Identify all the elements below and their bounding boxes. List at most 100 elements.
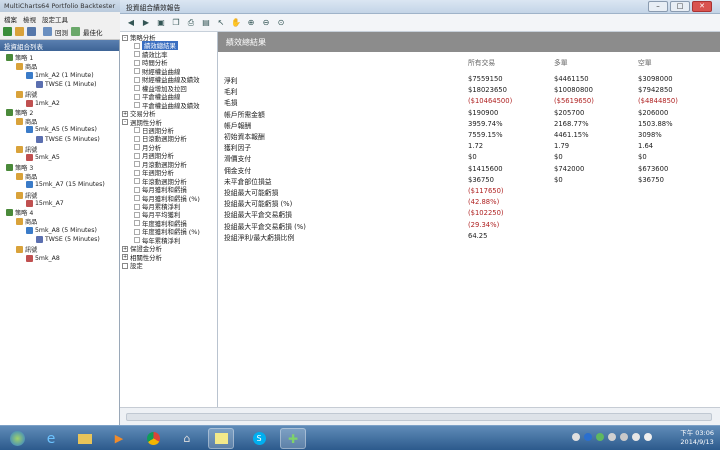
arrow-up-icon[interactable] [608, 433, 616, 441]
back-arrow-icon[interactable]: ◀ [126, 18, 136, 28]
tree-node-strategy[interactable]: 策略 1 [6, 53, 33, 62]
metric-value: $0 [468, 153, 477, 162]
metric-value: $10080800 [554, 86, 593, 95]
export-icon[interactable]: ▤ [201, 18, 211, 28]
copy-icon[interactable]: ❐ [171, 18, 181, 28]
minimize-button[interactable]: – [648, 1, 668, 12]
pointer-icon[interactable]: ↖ [216, 18, 226, 28]
tree-node-data[interactable]: TWSE (1 Minute) [36, 80, 97, 88]
app-title-bar: MultiCharts64 Portfolio Backtester [0, 0, 130, 12]
tree-node-label: TWSE (5 Minutes) [45, 135, 100, 143]
open-folder-icon[interactable] [15, 27, 24, 36]
tree-node-folder[interactable]: 訊號 [16, 245, 37, 254]
expand-icon[interactable]: + [122, 110, 128, 117]
tree-node-folder[interactable]: 訊號 [16, 191, 37, 200]
system-clock[interactable]: 下午 03:06 2014/9/13 [680, 429, 714, 447]
menu-tools[interactable]: 設定工具 [42, 14, 68, 24]
tree-node-instrument[interactable]: 5mk_A8 (5 Minutes) [26, 226, 97, 234]
tree-node-data[interactable]: TWSE (5 Minutes) [36, 236, 100, 243]
taskbar-media[interactable]: ▶ [106, 428, 132, 449]
optimize-button[interactable]: 最佳化 [83, 27, 103, 37]
portfolio-tree-panel: 投資組合列表 策略 1 商品 1mk_A2 (1 Minute) TWSE (1 Mi… [0, 40, 120, 425]
portfolio-tree: 策略 1 商品 1mk_A2 (1 Minute) TWSE (1 Minute) 訊號… [0, 51, 119, 421]
tree-node-instrument[interactable]: 15mk_A7 (15 Minutes) [26, 181, 105, 189]
optimize-icon[interactable] [71, 27, 80, 36]
tree-node-signal[interactable]: 5mk_A5 [26, 154, 60, 162]
zoom-reset-icon[interactable]: ⊙ [276, 18, 286, 28]
report-window-title-bar: 投資組合績效報告 – □ ✕ [120, 0, 720, 14]
save-report-icon[interactable]: ▣ [156, 18, 166, 28]
zoom-in-icon[interactable]: ⊕ [246, 18, 256, 28]
tree-node-folder[interactable]: 訊號 [16, 145, 37, 154]
metric-value: $4461150 [554, 75, 589, 83]
report-row: 帳戶所需金額 $190900 $205700 $206000 [218, 108, 720, 120]
tree-node-data[interactable]: TWSE (5 Minutes) [36, 135, 100, 143]
zoom-out-icon[interactable]: ⊖ [261, 18, 271, 28]
report-row: 帳戶報酬 3959.74% 2168.77% 1503.88% [218, 119, 720, 131]
start-button[interactable] [4, 428, 30, 449]
taskbar-notes[interactable] [208, 428, 234, 449]
expand-icon[interactable]: + [122, 254, 128, 261]
tree-node-strategy[interactable]: 策略 4 [6, 208, 33, 217]
metric-label: 未平倉部位損益 [224, 177, 272, 186]
print-icon[interactable]: ⎙ [186, 18, 196, 28]
hand-icon[interactable]: ✋ [231, 18, 241, 28]
report-page-icon [134, 169, 140, 176]
backtest-icon[interactable] [43, 27, 52, 36]
metric-label: 投組淨利/最大虧損比例 [224, 233, 295, 242]
maximize-button[interactable]: □ [670, 1, 690, 12]
tree-node-strategy[interactable]: 策略 3 [6, 163, 33, 172]
menu-view[interactable]: 檢視 [23, 14, 36, 24]
horizontal-scrollbar[interactable] [120, 407, 720, 425]
metric-value: (42.88%) [468, 198, 500, 207]
tree-node-signal[interactable]: 1mk_A2 [26, 99, 60, 107]
expand-icon[interactable]: + [122, 245, 128, 252]
menu-file[interactable]: 檔案 [4, 14, 17, 24]
save-icon[interactable] [27, 27, 36, 36]
report-page-icon [134, 127, 140, 134]
tree-node-folder[interactable]: 商品 [16, 172, 37, 181]
tree-node-label: 策略 2 [15, 109, 34, 117]
tree-node-signal[interactable]: 5mk_A8 [26, 254, 60, 262]
help-icon[interactable] [584, 433, 592, 441]
metric-label: 投組最大平倉交易虧損 (%) [224, 222, 306, 231]
volume-icon[interactable] [644, 433, 652, 441]
nav-item[interactable]: 設定 [122, 261, 143, 270]
report-page-icon [134, 144, 140, 151]
network-tray-icon[interactable] [632, 433, 640, 441]
collapse-icon[interactable] [122, 262, 128, 269]
report-row: 初始資本報酬 7559.15% 4461.15% 3098% [218, 130, 720, 142]
app-title: MultiCharts64 Portfolio Backtester [4, 2, 116, 10]
flag-icon[interactable] [620, 433, 628, 441]
tree-node-folder[interactable]: 商品 [16, 217, 37, 226]
tree-node-folder[interactable]: 訊號 [16, 90, 37, 99]
tree-node-instrument[interactable]: 1mk_A2 (1 Minute) [26, 71, 94, 79]
taskbar-ie[interactable]: e [38, 428, 64, 449]
tree-node-strategy[interactable]: 策略 2 [6, 108, 33, 117]
keyboard-icon[interactable] [572, 433, 580, 441]
media-player-icon: ▶ [114, 432, 124, 445]
security-icon[interactable] [596, 433, 604, 441]
close-button[interactable]: ✕ [692, 1, 712, 12]
signal-icon [26, 254, 33, 262]
report-column-header-row: 所有交易 多單 空單 [218, 56, 720, 68]
scrollbar-thumb[interactable] [126, 413, 712, 421]
taskbar-skype[interactable]: S [246, 428, 272, 449]
tree-node-instrument[interactable]: 5mk_A5 (5 Minutes) [26, 126, 97, 134]
report-section-title: 績效總結果 [218, 32, 720, 52]
new-portfolio-icon[interactable] [3, 27, 12, 36]
metric-value: $36750 [638, 175, 664, 184]
collapse-icon[interactable]: - [122, 119, 128, 125]
taskbar-chrome[interactable] [140, 428, 166, 449]
taskbar-multicharts[interactable]: ✚ [280, 428, 306, 449]
tree-node-folder[interactable]: 商品 [16, 62, 37, 71]
tree-node-signal[interactable]: 15mk_A7 [26, 199, 64, 207]
metric-value: 3959.74% [468, 119, 503, 128]
collapse-icon[interactable]: - [122, 34, 128, 41]
taskbar-network[interactable]: ⌂ [174, 428, 200, 449]
tree-node-folder[interactable]: 商品 [16, 117, 37, 126]
taskbar-explorer[interactable] [72, 428, 98, 449]
report-page-icon [134, 42, 140, 49]
forward-arrow-icon[interactable]: ▶ [141, 18, 151, 28]
backtest-button[interactable]: 回測 [55, 27, 68, 37]
